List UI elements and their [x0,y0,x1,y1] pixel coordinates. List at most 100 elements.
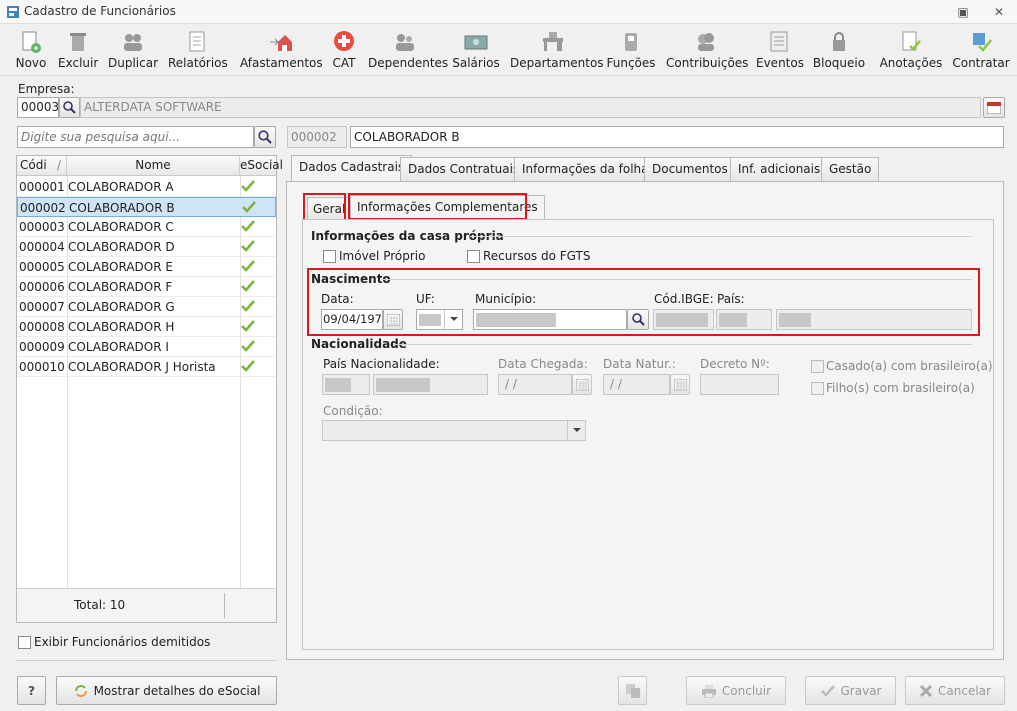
municipio-input[interactable] [473,309,627,330]
uf-select[interactable] [416,309,463,330]
pais-nacionalidade-label: País Nacionalidade: [323,357,440,371]
cancelar-button[interactable]: Cancelar [905,676,1005,705]
condicao-select[interactable] [322,420,586,441]
grid-total: Total: 10 [74,598,126,612]
row-code: 000005 [19,260,65,274]
table-row[interactable]: 000001 COLABORADOR A [17,177,276,197]
highlight-informacoes-complementares [348,193,527,220]
selected-name-input[interactable]: COLABORADOR B [350,126,1004,148]
recursos-fgts-label: Recursos do FGTS [483,249,591,263]
salarios-button[interactable]: Salários [452,28,500,74]
dependentes-button[interactable]: Dependentes [368,28,448,74]
anotacoes-button[interactable]: Anotações [878,28,944,74]
table-row[interactable]: 000006 COLABORADOR F [17,277,276,297]
check-icon [820,684,835,697]
esocial-check-icon [241,220,255,232]
data-chegada-calendar[interactable] [572,374,592,395]
bloqueio-button[interactable]: Bloqueio [812,28,866,74]
tab-documentos[interactable]: Documentos [644,157,736,181]
grid-header-esocial[interactable]: eSocial [240,156,283,176]
data-chegada-label: Data Chegada: [498,357,588,371]
empresa-label: Empresa: [18,82,75,96]
data-nascimento-calendar[interactable] [383,309,403,330]
row-name: COLABORADOR A [68,180,174,194]
municipio-search-button[interactable] [627,309,649,330]
note-check-icon [902,31,921,51]
recursos-fgts-checkbox[interactable] [467,250,480,263]
row-code: 000004 [19,240,65,254]
esocial-check-icon [241,340,255,352]
mostrar-esocial-button[interactable]: Mostrar detalhes do eSocial [56,676,277,705]
desk-icon [543,32,563,51]
novo-button[interactable]: Novo [14,28,48,74]
help-button[interactable]: ? [17,676,46,705]
excluir-button[interactable]: Excluir [58,28,98,74]
close-icon[interactable]: ✕ [990,3,1008,21]
trash-icon [70,33,86,51]
data-natur-calendar[interactable] [670,374,690,395]
row-name: COLABORADOR C [68,220,174,234]
duplicar-button[interactable]: Duplicar [108,28,158,74]
gravar-button[interactable]: Gravar [805,676,896,705]
search-button[interactable] [254,126,276,148]
highlight-geral [303,193,346,222]
data-natur-input[interactable]: / / [603,374,670,395]
tab-inf-adicionais[interactable]: Inf. adicionais [730,157,829,181]
table-row[interactable]: 000007 COLABORADOR G [17,297,276,317]
grid-header-code[interactable]: Códi / [17,156,67,176]
table-row[interactable]: 000009 COLABORADOR I [17,337,276,357]
cat-button[interactable]: CAT [328,28,360,74]
relatorios-button[interactable]: Relatórios [168,28,228,74]
table-row[interactable]: 000008 COLABORADOR H [17,317,276,337]
empresa-calendar-button[interactable] [983,97,1005,118]
tab-gestao[interactable]: Gestão [821,157,880,181]
filhos-checkbox[interactable] [811,382,824,395]
users-icon [124,34,142,51]
empresa-search-button[interactable] [59,97,80,118]
decreto-input[interactable] [700,374,779,395]
concluir-button[interactable]: Concluir [686,676,786,705]
tab-dados-cadastrais[interactable]: Dados Cadastrais [291,155,413,183]
filhos-label: Filho(s) com brasileiro(a) [826,381,975,395]
selected-code-field: 000002 [287,126,347,148]
list-icon [770,31,788,52]
row-code: 000006 [19,280,65,294]
esocial-check-icon [241,260,255,272]
row-code: 000001 [19,180,65,194]
contribuicoes-button[interactable]: Contribuições [666,28,748,74]
data-nascimento-input[interactable]: 09/04/1978 [321,309,383,330]
restore-icon[interactable]: ▣ [954,3,972,21]
empresa-code-input[interactable]: 00003 [17,97,59,118]
empresa-name-field: ALTERDATA SOFTWARE [80,97,981,118]
table-row[interactable]: 000003 COLABORADOR C [17,217,276,237]
table-row[interactable]: 000010 COLABORADOR J Horista [17,357,276,377]
afastamentos-button[interactable]: Afastamentos [240,28,323,74]
calendar-icon [987,101,1001,114]
search-icon [258,130,272,144]
data-nascimento-label: Data: [321,292,354,306]
row-name: COLABORADOR J Horista [68,360,216,374]
tab-informacoes-folha[interactable]: Informações da folha [514,157,657,181]
table-row[interactable]: 000005 COLABORADOR E [17,257,276,277]
exibir-demitidos-checkbox[interactable] [18,636,31,649]
table-row[interactable]: 000004 COLABORADOR D [17,237,276,257]
departamentos-button[interactable]: Departamentos [510,28,604,74]
contratar-button[interactable]: Contratar [952,28,1010,74]
data-chegada-input[interactable]: / / [498,374,572,395]
condicao-label: Condição: [323,404,383,418]
grid-header-name[interactable]: Nome [67,156,240,176]
search-input[interactable]: Digite sua pesquisa aqui... [17,126,254,148]
table-row[interactable]: 000002 COLABORADOR B [17,197,276,217]
tab-dados-contratuais[interactable]: Dados Contratuais [400,157,528,181]
esocial-check-icon [241,240,255,252]
esocial-check-icon [241,360,255,372]
funcoes-button[interactable]: Funções [606,28,656,74]
eventos-button[interactable]: Eventos [756,28,804,74]
copy-button[interactable] [618,676,647,705]
imovel-proprio-checkbox[interactable] [323,250,336,263]
search-icon [63,101,76,114]
esocial-check-icon [241,180,255,192]
pais-nacionalidade-code [322,374,370,395]
casado-checkbox[interactable] [811,360,824,373]
casado-label: Casado(a) com brasileiro(a) [826,359,993,373]
